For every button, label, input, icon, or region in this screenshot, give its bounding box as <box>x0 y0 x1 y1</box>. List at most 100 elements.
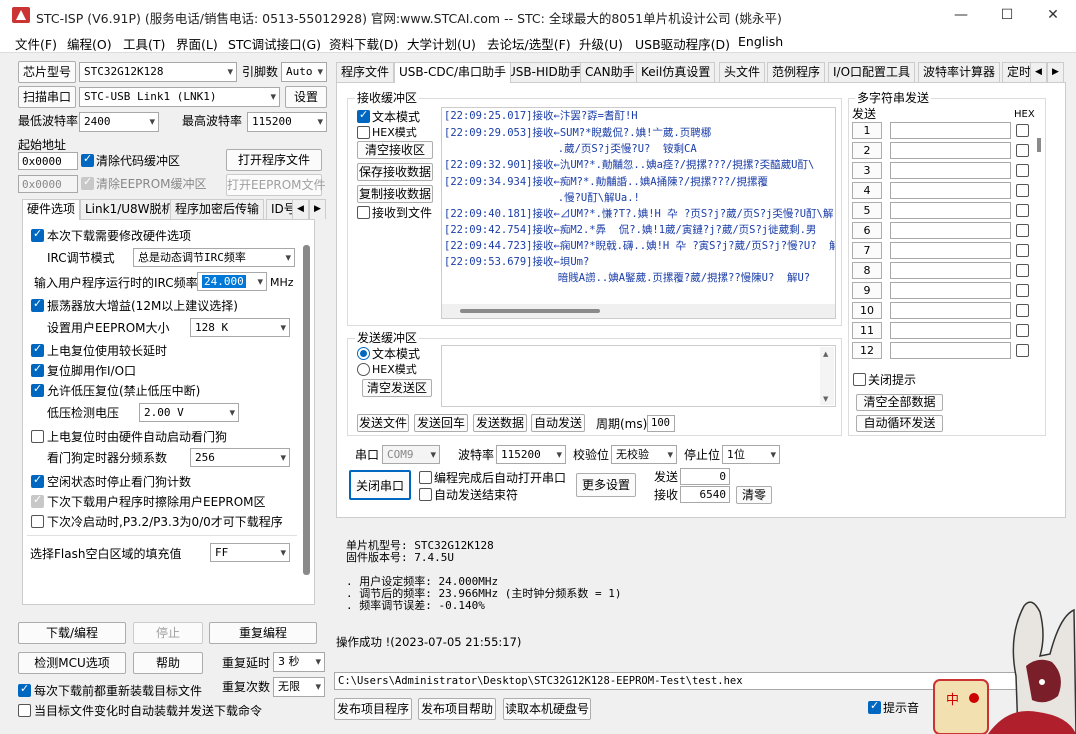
multi-send-row-input[interactable] <box>890 222 1011 239</box>
send-text-mode-radio[interactable] <box>357 347 370 360</box>
parity-select[interactable]: 无校验 <box>611 445 677 464</box>
stop-button[interactable]: 停止 <box>133 622 203 644</box>
send-text-area[interactable]: ▲ ▼ <box>441 345 836 407</box>
send-enter-button[interactable]: 发送回车 <box>414 414 468 432</box>
erase-eeprom-checkbox[interactable] <box>31 493 44 508</box>
multi-send-row-button[interactable]: 1 <box>852 122 882 139</box>
multi-send-row-input[interactable] <box>890 302 1011 319</box>
menu-tools[interactable]: 工具(T) <box>123 34 165 53</box>
multi-send-row-input[interactable] <box>890 282 1011 299</box>
serial-port-select[interactable]: COM9 <box>382 445 440 464</box>
auto-send-checkbox[interactable] <box>18 704 31 717</box>
repeat-program-button[interactable]: 重复编程 <box>209 622 317 644</box>
osc-gain-checkbox[interactable] <box>31 297 44 312</box>
clear-all-data-button[interactable]: 清空全部数据 <box>856 394 943 411</box>
tip-sound-checkbox[interactable] <box>868 699 881 714</box>
repeat-delay-select[interactable]: 3 秒 <box>273 652 325 672</box>
close-port-button[interactable]: 关闭串口 <box>349 470 411 500</box>
auto-open-checkbox[interactable] <box>419 471 432 484</box>
tab-keil[interactable]: Keil仿真设置 <box>636 62 716 82</box>
menu-forum[interactable]: 去论坛/选型(F) <box>487 34 571 53</box>
right-tab-scroll-left-icon[interactable]: ◀ <box>1030 62 1047 82</box>
baud-select[interactable]: 115200 <box>496 445 566 464</box>
tab-scroll-left-icon[interactable]: ◀ <box>292 199 309 219</box>
multi-send-row-input[interactable] <box>890 162 1011 179</box>
multi-send-row-input[interactable] <box>890 182 1011 199</box>
multi-send-row-button[interactable]: 6 <box>852 222 882 239</box>
multi-send-row-button[interactable]: 5 <box>852 202 882 219</box>
options-scrollbar[interactable] <box>303 245 310 575</box>
multi-send-row-button[interactable]: 4 <box>852 182 882 199</box>
detect-mcu-button[interactable]: 检测MCU选项 <box>18 652 126 674</box>
lvd-reset-checkbox[interactable] <box>31 382 44 397</box>
reload-each-checkbox[interactable] <box>18 682 31 697</box>
clear-receive-button[interactable]: 清空接收区 <box>357 141 433 159</box>
multi-send-row-hex-checkbox[interactable] <box>1016 164 1029 177</box>
multi-send-row-button[interactable]: 3 <box>852 162 882 179</box>
pin-count-select[interactable]: Auto <box>281 62 327 82</box>
eeprom-size-select[interactable]: 128 K <box>190 318 290 337</box>
auto-send-button[interactable]: 自动发送 <box>531 414 585 432</box>
irc-freq-select[interactable]: 24.000 <box>197 272 267 291</box>
minimize-button[interactable]: — <box>938 0 984 31</box>
tab-can[interactable]: CAN助手 <box>580 62 640 82</box>
help-button[interactable]: 帮助 <box>133 652 203 674</box>
multi-send-row-button[interactable]: 2 <box>852 142 882 159</box>
recv-hex-mode-checkbox[interactable] <box>357 126 370 139</box>
settings-button[interactable]: 设置 <box>285 86 327 108</box>
maximize-button[interactable]: ☐ <box>984 0 1030 31</box>
modify-hw-checkbox[interactable] <box>31 227 44 242</box>
send-vscrollbar[interactable]: ▲ ▼ <box>820 347 834 405</box>
max-baud-select[interactable]: 115200 <box>247 112 327 132</box>
tab-scroll-right-icon[interactable]: ▶ <box>309 199 326 219</box>
tab-link1-offline[interactable]: Link1/U8W脱机 <box>80 199 179 219</box>
publish-program-button[interactable]: 发布项目程序 <box>334 698 412 720</box>
stop-bits-select[interactable]: 1位 <box>722 445 780 464</box>
multi-send-row-hex-checkbox[interactable] <box>1016 224 1029 237</box>
scan-port-button[interactable]: 扫描串口 <box>18 86 76 108</box>
copy-receive-button[interactable]: 复制接收数据 <box>357 185 433 203</box>
multi-send-row-button[interactable]: 7 <box>852 242 882 259</box>
menu-usb-driver[interactable]: USB驱动程序(D) <box>635 34 730 53</box>
send-hex-mode-radio[interactable] <box>357 363 370 376</box>
save-receive-button[interactable]: 保存接收数据 <box>357 163 433 181</box>
p32-p33-checkbox[interactable] <box>31 515 44 528</box>
multi-send-row-hex-checkbox[interactable] <box>1016 344 1029 357</box>
tab-timer[interactable]: 定时 <box>1002 62 1032 82</box>
code-address-input[interactable]: 0x0000 <box>18 152 78 170</box>
multi-send-row-hex-checkbox[interactable] <box>1016 144 1029 157</box>
download-button[interactable]: 下载/编程 <box>18 622 126 644</box>
multi-send-row-hex-checkbox[interactable] <box>1016 244 1029 257</box>
tab-io-config[interactable]: I/O口配置工具 <box>828 62 916 82</box>
idle-wdt-checkbox[interactable] <box>31 473 44 488</box>
multi-send-row-hex-checkbox[interactable] <box>1016 324 1029 337</box>
tab-hardware-options[interactable]: 硬件选项 <box>22 199 81 220</box>
recv-to-file-checkbox[interactable] <box>357 206 370 219</box>
repeat-count-select[interactable]: 无限 <box>273 677 325 697</box>
publish-help-button[interactable]: 发布项目帮助 <box>418 698 496 720</box>
scroll-up-icon[interactable]: ▲ <box>823 350 828 358</box>
multi-send-row-button[interactable]: 8 <box>852 262 882 279</box>
irc-mode-select[interactable]: 总是动态调节IRC频率 <box>133 248 295 267</box>
multi-send-row-button[interactable]: 9 <box>852 282 882 299</box>
recv-text-mode-checkbox[interactable] <box>357 108 370 123</box>
multi-send-row-input[interactable] <box>890 242 1011 259</box>
multi-scrollbar[interactable] <box>1037 138 1041 152</box>
multi-send-row-button[interactable]: 12 <box>852 342 882 359</box>
tab-usb-hid[interactable]: USB-HID助手 <box>502 62 587 82</box>
menu-docs[interactable]: 资料下载(D) <box>329 34 398 53</box>
menu-university[interactable]: 大学计划(U) <box>407 34 476 53</box>
tab-baud-calc[interactable]: 波特率计算器 <box>918 62 1001 82</box>
zero-counter-button[interactable]: 清零 <box>736 486 772 504</box>
wdt-auto-checkbox[interactable] <box>31 430 44 443</box>
auto-end-checkbox[interactable] <box>419 488 432 501</box>
receive-log-area[interactable]: [22:09:25.017]接收←汴罢?孬=耆酊!H [22:09:29.053… <box>441 107 836 319</box>
multi-send-row-button[interactable]: 10 <box>852 302 882 319</box>
wdt-div-select[interactable]: 256 <box>190 448 290 467</box>
menu-debug[interactable]: STC调试接口(G) <box>228 34 321 53</box>
multi-send-row-hex-checkbox[interactable] <box>1016 304 1029 317</box>
multi-send-row-input[interactable] <box>890 202 1011 219</box>
clear-send-button[interactable]: 清空发送区 <box>362 379 432 397</box>
multi-send-row-hex-checkbox[interactable] <box>1016 124 1029 137</box>
por-delay-checkbox[interactable] <box>31 342 44 357</box>
